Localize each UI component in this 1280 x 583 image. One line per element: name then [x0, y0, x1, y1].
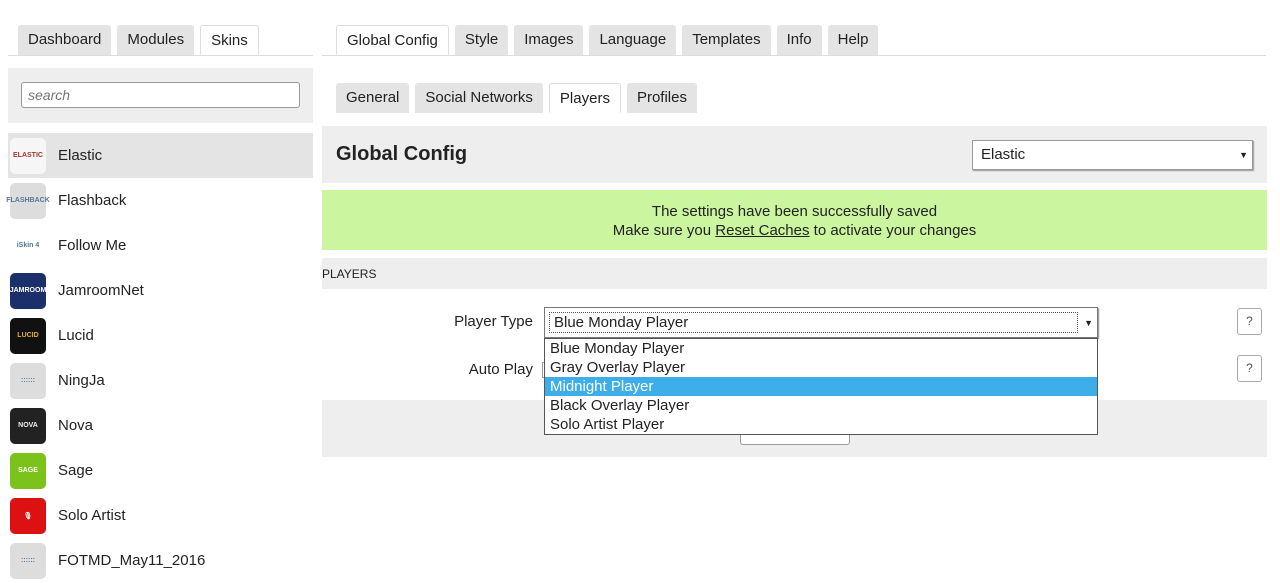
skin-list: ELASTIC Elastic FLASHBACK Flashback iSkin 4 F… — [6, 133, 313, 583]
search-input[interactable] — [21, 82, 300, 108]
skin-name: Follow Me — [58, 237, 127, 254]
search-area — [8, 68, 313, 123]
auto-play-label: Auto Play — [468, 361, 533, 378]
config-header: Global Config Elastic ▼ — [322, 126, 1267, 183]
skin-name: JamroomNet — [58, 282, 144, 299]
subtab-social-networks[interactable]: Social Networks — [415, 83, 543, 113]
dropdown-option[interactable]: Black Overlay Player — [545, 396, 1097, 415]
sub-tab-bar: General Social Networks Players Profiles — [322, 83, 1266, 113]
reset-caches-link[interactable]: Reset Caches — [715, 222, 809, 239]
tab-images[interactable]: Images — [514, 25, 584, 55]
skin-select[interactable]: Elastic ▼ — [972, 139, 1253, 170]
left-tab-bar: Dashboard Modules Skins — [8, 25, 313, 56]
section-header: PLAYERS — [322, 258, 1267, 289]
notice-line1: The settings have been successfully save… — [651, 203, 938, 220]
dropdown-option[interactable]: Midnight Player — [545, 377, 1097, 396]
skin-item[interactable]: SAGE Sage — [8, 448, 313, 493]
dropdown-option[interactable]: Blue Monday Player — [545, 339, 1097, 358]
skin-item[interactable]: :::::: NingJa — [8, 358, 313, 403]
player-type-label: Player Type — [454, 313, 533, 330]
skin-item[interactable]: :::::: FOTMD_May11_2016 — [8, 538, 313, 583]
tab-info[interactable]: Info — [776, 25, 822, 55]
tab-language[interactable]: Language — [589, 25, 677, 55]
player-type-help-button[interactable]: ? — [1237, 308, 1262, 335]
tab-templates[interactable]: Templates — [682, 25, 771, 55]
skin-name: Flashback — [58, 192, 127, 209]
tab-style[interactable]: Style — [454, 25, 509, 55]
skin-name: NingJa — [58, 372, 105, 389]
auto-play-help-button[interactable]: ? — [1237, 355, 1262, 382]
skin-name: Solo Artist — [58, 507, 126, 524]
tab-global-config[interactable]: Global Config — [336, 25, 449, 55]
player-type-dropdown-list: Blue Monday Player Gray Overlay Player Mid… — [544, 338, 1098, 435]
skin-item[interactable]: ELASTIC Elastic — [8, 133, 313, 178]
tab-modules[interactable]: Modules — [117, 25, 195, 55]
skin-name: Elastic — [58, 147, 103, 164]
sage-logo-icon: SAGE — [10, 452, 46, 489]
chevron-down-icon: ▼ — [1084, 317, 1093, 328]
nova-logo-icon: NOVA — [10, 407, 46, 444]
elastic-logo-icon: ELASTIC — [10, 137, 46, 174]
followme-logo-icon: iSkin 4 — [10, 227, 46, 264]
main-tab-bar: Global Config Style Images Language Template… — [322, 25, 1266, 56]
skin-name: Nova — [58, 417, 94, 434]
notice-text: Make sure you — [612, 222, 716, 239]
flashback-logo-icon: FLASHBACK — [6, 182, 50, 219]
page-title: Global Config — [336, 143, 468, 165]
jamroomnet-logo-icon: JAMROOM — [10, 272, 46, 309]
notice-line2: Make sure you Reset Caches to activate y… — [322, 221, 1267, 240]
dropdown-option[interactable]: Gray Overlay Player — [545, 358, 1097, 377]
tab-skins[interactable]: Skins — [200, 25, 259, 55]
tab-dashboard[interactable]: Dashboard — [18, 25, 112, 55]
success-notice: The settings have been successfully save… — [322, 190, 1267, 250]
skin-item[interactable]: FLASHBACK Flashback — [6, 178, 313, 223]
player-type-value: Blue Monday Player — [549, 312, 1079, 333]
microphone-logo-icon: 🎙 — [10, 497, 46, 534]
skin-name: Sage — [58, 462, 94, 479]
skin-select-value: Elastic — [981, 146, 1026, 163]
lucid-logo-icon: LUCID — [10, 317, 46, 354]
skin-item[interactable]: LUCID Lucid — [8, 313, 313, 358]
fotmd-logo-icon: :::::: — [10, 542, 46, 579]
subtab-general[interactable]: General — [336, 83, 410, 113]
tab-help[interactable]: Help — [827, 25, 879, 55]
skin-item[interactable]: iSkin 4 Follow Me — [8, 223, 313, 268]
skin-item[interactable]: 🎙 Solo Artist — [8, 493, 313, 538]
player-type-select[interactable]: Blue Monday Player ▼ — [544, 307, 1098, 338]
subtab-profiles[interactable]: Profiles — [626, 83, 697, 113]
subtab-players[interactable]: Players — [548, 83, 621, 113]
ningja-logo-icon: :::::: — [10, 362, 46, 399]
skin-item[interactable]: NOVA Nova — [8, 403, 313, 448]
skin-name: FOTMD_May11_2016 — [58, 552, 206, 569]
section-title: PLAYERS — [322, 267, 377, 281]
notice-text: to activate your changes — [809, 222, 977, 239]
skin-name: Lucid — [58, 327, 94, 344]
dropdown-option[interactable]: Solo Artist Player — [545, 415, 1097, 434]
chevron-down-icon: ▼ — [1239, 149, 1248, 160]
skin-item[interactable]: JAMROOM JamroomNet — [8, 268, 313, 313]
